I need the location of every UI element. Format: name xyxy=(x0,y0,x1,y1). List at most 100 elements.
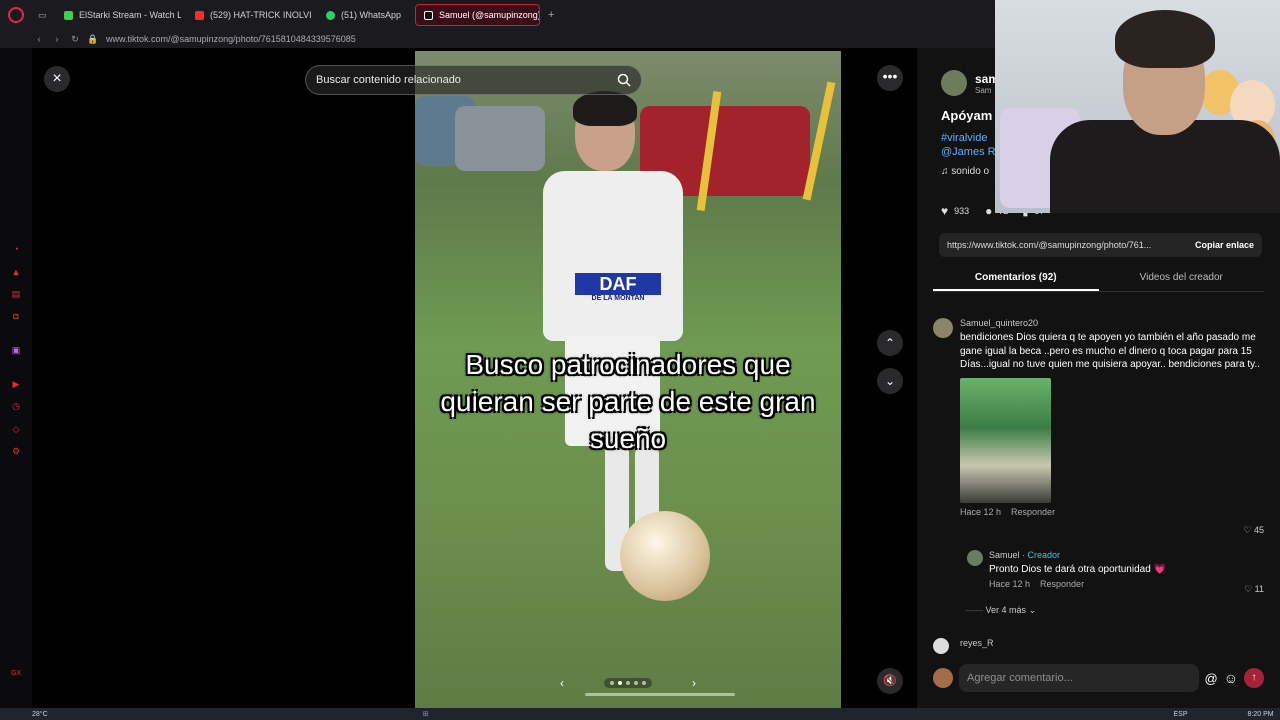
tab-youtube[interactable]: (529) HAT-TRICK INOLVID xyxy=(187,4,312,26)
post-caption: Apóyam xyxy=(941,108,993,123)
sidebar-chat-icon[interactable]: ▤ xyxy=(10,288,22,300)
comment-icon[interactable]: ● xyxy=(985,204,992,218)
tab-elstarki[interactable]: ElStarki Stream - Watch Li xyxy=(56,4,181,26)
sidebar-clock-icon[interactable]: ◷ xyxy=(10,400,22,412)
opera-logo-icon[interactable] xyxy=(8,7,24,23)
new-tab-button[interactable]: + xyxy=(548,9,554,21)
comment-text: bendiciones Dios quiera q te apoyen yo t… xyxy=(960,332,1260,370)
search-icon[interactable] xyxy=(617,73,631,87)
webcam-overlay xyxy=(995,0,1280,213)
sidebar-settings-icon[interactable]: ⚙ xyxy=(10,445,22,457)
sound-row[interactable]: ♫ sonido o xyxy=(941,166,989,177)
next-post-button[interactable]: ⌄ xyxy=(877,368,903,394)
forward-icon[interactable]: › xyxy=(48,34,66,44)
comment-photo[interactable] xyxy=(960,377,1051,503)
reply-button[interactable]: Responder xyxy=(1011,507,1055,517)
commenter-avatar[interactable] xyxy=(933,318,953,338)
taskbar-lang[interactable]: ESP xyxy=(1174,711,1188,718)
hashtag-link[interactable]: #viralvide xyxy=(941,131,996,145)
weather-widget[interactable]: 28°C xyxy=(32,711,48,718)
soccer-ball xyxy=(620,511,710,601)
commenter-name[interactable]: reyes_R xyxy=(960,638,1264,648)
commenter-avatar[interactable] xyxy=(933,638,949,654)
scroll-progress-bar xyxy=(585,693,735,696)
comment-input[interactable]: Agregar comentario... xyxy=(959,664,1199,692)
whatsapp-favicon-icon xyxy=(326,10,335,20)
comment-input-bar: Agregar comentario... @ ☺ ↑ xyxy=(933,660,1264,696)
sidebar-twitch-icon[interactable]: ▣ xyxy=(10,344,22,356)
tab-creator-videos[interactable]: Videos del creador xyxy=(1099,266,1265,291)
heart-outline-icon: ♡ xyxy=(1244,584,1255,594)
tab-menu-icon[interactable]: ▭ xyxy=(38,10,50,21)
comment-item: reyes_R xyxy=(933,638,1264,654)
author-row[interactable]: sam Sam xyxy=(941,70,999,96)
carousel-dot[interactable] xyxy=(642,681,646,685)
kid-shirt xyxy=(543,171,683,341)
tiktok-favicon-icon xyxy=(424,10,434,20)
tab-whatsapp[interactable]: (51) WhatsApp xyxy=(318,4,409,26)
sidebar-bag-icon[interactable]: ▲ xyxy=(10,266,22,278)
divider-line: —— xyxy=(965,605,986,615)
chevron-down-icon: ⌄ xyxy=(1028,605,1037,615)
commenter-name[interactable]: Samuel_quintero20 xyxy=(960,318,1264,328)
reload-icon[interactable]: ↻ xyxy=(66,34,84,45)
sidebar-messenger-icon[interactable]: ◘ xyxy=(10,310,22,322)
sidebar-history-icon[interactable]: ◔ xyxy=(10,243,22,255)
mute-button[interactable]: 🔇 xyxy=(877,668,903,694)
copy-link-button[interactable]: Copiar enlace xyxy=(1187,240,1262,250)
reply-reply-button[interactable]: Responder xyxy=(1040,579,1084,589)
back-icon[interactable]: ‹ xyxy=(30,34,48,44)
mention-link[interactable]: @James R xyxy=(941,145,996,159)
comment-like-count: 45 xyxy=(1253,525,1264,535)
comment-time: Hace 12 h xyxy=(960,506,1002,517)
post-photo[interactable]: DAF DE LA MONTAÑ Busco patrocinadores qu… xyxy=(415,51,841,708)
windows-taskbar: 28°C ⊞ ESP 8:20 PM xyxy=(0,708,1280,720)
share-url[interactable]: https://www.tiktok.com/@samupinzong/phot… xyxy=(939,240,1187,250)
carousel-dot[interactable] xyxy=(618,681,622,685)
like-count: 933 xyxy=(954,206,970,216)
comment-like[interactable]: ♡ 45 xyxy=(1243,525,1264,536)
emoji-icon[interactable]: ☺ xyxy=(1224,670,1238,686)
more-options-button[interactable]: ••• xyxy=(877,65,903,91)
browser-sidebar: ◔ ▲ ▤ ◘ ▣ ▶ ◷ ◇ ⚙ GX xyxy=(0,48,32,708)
start-icon[interactable]: ⊞ xyxy=(423,710,429,718)
carousel-next-icon[interactable]: › xyxy=(692,676,696,690)
carousel-dots xyxy=(604,678,652,688)
reply-like-count: 11 xyxy=(1254,584,1264,594)
tab-comments[interactable]: Comentarios (92) xyxy=(933,266,1099,291)
see-more-replies[interactable]: —— Ver 4 más ⌄ xyxy=(965,605,1036,616)
carousel-prev-icon[interactable]: ‹ xyxy=(560,676,564,690)
like-heart-icon[interactable]: ♥ xyxy=(941,204,948,218)
shirt-logo: DAF xyxy=(575,273,661,295)
mention-icon[interactable]: @ xyxy=(1205,671,1218,686)
shirt-logo-sub: DE LA MONTAÑ xyxy=(591,295,645,302)
sidebar-player-icon[interactable]: ▶ xyxy=(10,378,22,390)
creator-badge: · Creador xyxy=(1022,550,1061,560)
tab-tiktok[interactable]: Samuel (@samupinzong) | xyxy=(415,4,541,26)
taskbar-clock[interactable]: 8:20 PM xyxy=(1248,711,1274,718)
current-user-avatar xyxy=(933,668,953,688)
sidebar-gx-icon[interactable]: GX xyxy=(10,668,22,680)
reply-avatar[interactable] xyxy=(967,550,983,566)
carousel-dot[interactable] xyxy=(610,681,614,685)
reply-like[interactable]: ♡ 11 xyxy=(1244,584,1264,595)
sidebar-tabs: Comentarios (92) Videos del creador xyxy=(933,266,1264,292)
send-button[interactable]: ↑ xyxy=(1244,668,1264,688)
reply-user-name[interactable]: Samuel xyxy=(989,550,1020,560)
reply-text: Pronto Dios te dará otra oportunidad 💗 xyxy=(989,564,1166,575)
url-text[interactable]: www.tiktok.com/@samupinzong/photo/761581… xyxy=(106,34,356,44)
related-search-input[interactable]: Buscar contenido relacionado xyxy=(305,65,642,95)
close-button[interactable]: × xyxy=(44,66,70,92)
previous-post-button[interactable]: ⌃ xyxy=(877,330,903,356)
reply-item: Samuel · Creador Pronto Dios te dará otr… xyxy=(967,550,1264,594)
sidebar-pin-icon[interactable]: ◇ xyxy=(10,423,22,435)
photo-viewer: × DAF DE LA MONTAÑ Busco patrocinadores … xyxy=(32,48,917,708)
overlay-text: Busco patrocinadores que quieran ser par… xyxy=(440,349,816,454)
kick-favicon-icon xyxy=(64,10,73,20)
carousel-dot[interactable] xyxy=(626,681,630,685)
see-more-label: Ver 4 más xyxy=(985,605,1027,615)
lock-icon: 🔒 xyxy=(87,33,99,44)
background-car xyxy=(455,106,545,171)
author-avatar[interactable] xyxy=(941,70,967,96)
carousel-dot[interactable] xyxy=(634,681,638,685)
